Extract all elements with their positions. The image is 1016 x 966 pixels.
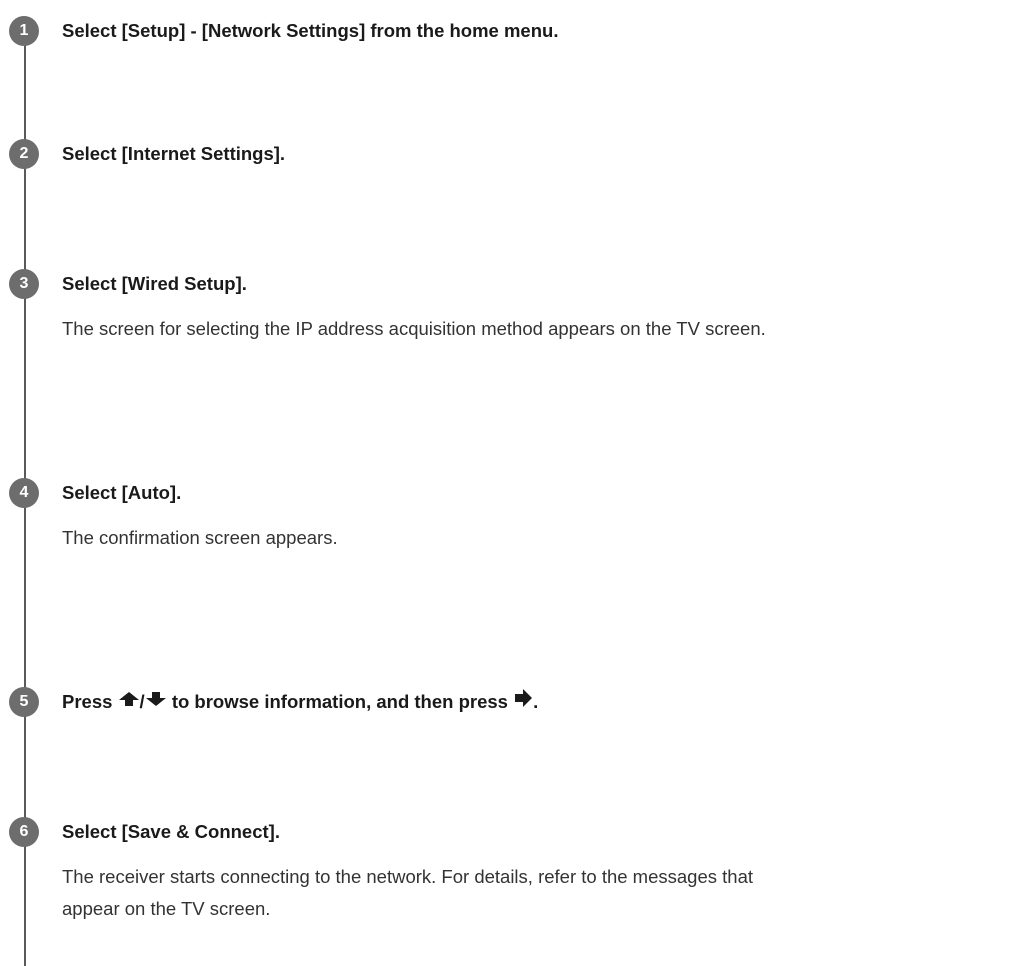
down-arrow-icon-graphic: [145, 692, 166, 707]
step-number-badge: 5: [9, 687, 39, 717]
step-title-part: to browse information, and then press: [171, 691, 508, 712]
step-description: The screen for selecting the IP address …: [62, 318, 766, 339]
step-title-part: .: [533, 691, 539, 712]
up-arrow-icon-graphic: [118, 692, 139, 707]
up-arrow-icon: [118, 689, 140, 713]
step-title: Select [Auto].: [62, 482, 182, 503]
step-number-badge: 3: [9, 269, 39, 299]
right-arrow-icon-graphic: [515, 689, 533, 708]
step-number-badge: 4: [9, 478, 39, 508]
step-title: Select [Wired Setup].: [62, 273, 247, 294]
step-description: The receiver starts connecting to the ne…: [62, 866, 753, 919]
step-title: Select [Save & Connect].: [62, 821, 280, 842]
step-number-badge: 1: [9, 16, 39, 46]
down-arrow-icon: [145, 689, 167, 713]
step-title: Press / to browse information, and then …: [62, 688, 539, 716]
step-number-badge: 2: [9, 139, 39, 169]
step-title-part: Press: [62, 691, 113, 712]
step-title: Select [Setup] - [Network Settings] from…: [62, 20, 559, 41]
step-title: Select [Internet Settings].: [62, 143, 286, 164]
right-arrow-icon: [513, 688, 533, 714]
step-description: The confirmation screen appears.: [62, 527, 338, 548]
step-number-badge: 6: [9, 817, 39, 847]
